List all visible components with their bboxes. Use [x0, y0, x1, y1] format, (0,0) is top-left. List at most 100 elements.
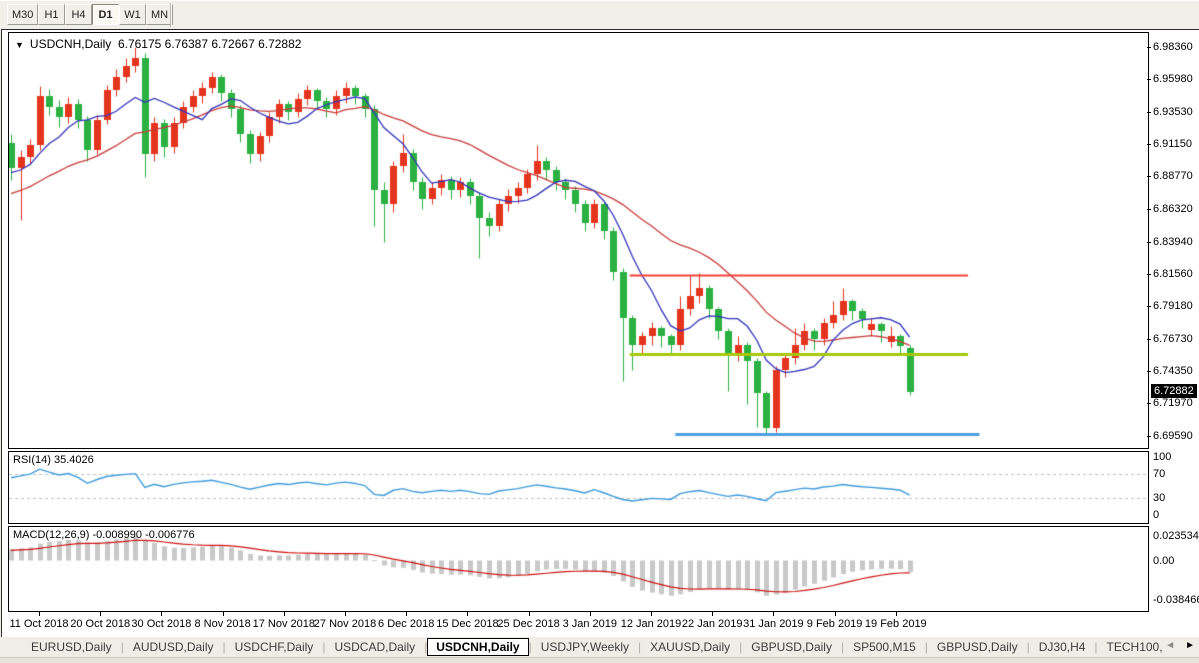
price-tick-dash	[1147, 112, 1151, 113]
chart-tab-gbpusd-daily[interactable]: GBPUSD,Daily	[928, 639, 1027, 655]
timeframe-toolbar: M30H1H4D1W1MN	[0, 0, 1199, 30]
tab-scroll-right-icon[interactable]: ►	[1185, 639, 1195, 653]
tab-scrollers: ◄ ►	[1165, 639, 1195, 653]
date-tick-label: 31 Jan 2019	[743, 618, 804, 630]
date-tick-dash	[896, 612, 897, 616]
price-chart-panel[interactable]: ▼ USDCNH,Daily 6.76175 6.76387 6.72667 6.…	[8, 32, 1149, 449]
date-tick-dash	[651, 612, 652, 616]
date-tick-dash	[529, 612, 530, 616]
rsi-indicator-label: RSI(14) 35.4026	[13, 454, 94, 466]
price-tick-label: 6.79180	[1153, 300, 1193, 312]
date-tick-dash	[284, 612, 285, 616]
date-tick-label: 25 Dec 2018	[497, 618, 559, 630]
chart-window: ▼ USDCNH,Daily 6.76175 6.76387 6.72667 6.…	[1, 29, 1199, 638]
price-tick-label: 6.93530	[1153, 106, 1193, 118]
macd-tick-label: 0.00	[1153, 555, 1174, 567]
date-tick-dash	[39, 612, 40, 616]
price-tick-label: 6.83940	[1153, 236, 1193, 248]
chart-tab-eurusd-daily[interactable]: EURUSD,Daily	[22, 639, 121, 655]
date-tick-label: 22 Jan 2019	[682, 618, 743, 630]
chart-symbol-label: USDCNH,Daily	[30, 37, 111, 51]
macd-tick-label: 0.023534	[1153, 530, 1199, 542]
price-tick-label: 6.81560	[1153, 268, 1193, 280]
date-tick-dash	[161, 612, 162, 616]
price-tick-dash	[1147, 339, 1151, 340]
price-tick-label: 6.86320	[1153, 203, 1193, 215]
price-tick-dash	[1147, 403, 1151, 404]
date-tick-label: 9 Feb 2019	[807, 618, 863, 630]
tab-scroll-left-icon[interactable]: ◄	[1165, 639, 1175, 653]
chart-tab-sp500-m15[interactable]: SP500,M15	[844, 639, 925, 655]
price-tick-dash	[1147, 306, 1151, 307]
price-tick-dash	[1147, 144, 1151, 145]
date-tick-label: 30 Oct 2018	[131, 618, 191, 630]
candlestick-chart-canvas[interactable]	[9, 33, 1148, 448]
date-tick-dash	[590, 612, 591, 616]
timeframe-button-m30[interactable]: M30	[7, 4, 38, 25]
date-tick-dash	[345, 612, 346, 616]
date-tick-label: 8 Nov 2018	[194, 618, 250, 630]
price-tick-dash	[1147, 274, 1151, 275]
chart-tab-tech100-[interactable]: TECH100,	[1098, 639, 1172, 655]
price-tick-label: 6.71970	[1153, 397, 1193, 409]
rsi-tick-label: 100	[1153, 451, 1171, 463]
rsi-chart-canvas[interactable]	[9, 452, 1148, 523]
price-tick-dash	[1147, 47, 1151, 48]
chart-tab-usdchf-daily[interactable]: USDCHF,Daily	[226, 639, 323, 655]
chart-tab-dj30-h4[interactable]: DJ30,H4	[1030, 639, 1095, 655]
price-tick-dash	[1147, 436, 1151, 437]
rsi-tick-label: 30	[1153, 492, 1165, 504]
chart-tab-usdcad-daily[interactable]: USDCAD,Daily	[325, 639, 424, 655]
price-tick-label: 6.74350	[1153, 365, 1193, 377]
current-price-badge: 6.72882	[1151, 384, 1197, 398]
price-tick-label: 6.88770	[1153, 170, 1193, 182]
price-tick-dash	[1147, 79, 1151, 80]
timeframe-button-d1[interactable]: D1	[92, 4, 119, 25]
date-tick-label: 12 Jan 2019	[621, 618, 682, 630]
date-axis[interactable]: 11 Oct 201820 Oct 201830 Oct 20188 Nov 2…	[7, 612, 1147, 636]
date-tick-label: 20 Oct 2018	[70, 618, 130, 630]
rsi-indicator-panel[interactable]: RSI(14) 35.4026	[8, 451, 1149, 524]
date-tick-dash	[835, 612, 836, 616]
toolbar-separator	[170, 3, 172, 27]
date-tick-label: 17 Nov 2018	[253, 618, 315, 630]
price-tick-label: 6.95980	[1153, 73, 1193, 85]
chart-tab-gbpusd-daily[interactable]: GBPUSD,Daily	[742, 639, 841, 655]
date-tick-dash	[773, 612, 774, 616]
timeframe-button-w1[interactable]: W1	[119, 4, 146, 25]
chart-tab-bar: EURUSD,Daily|AUDUSD,Daily|USDCHF,Daily|U…	[0, 637, 1199, 657]
price-tick-dash	[1147, 209, 1151, 210]
date-tick-label: 6 Dec 2018	[378, 618, 434, 630]
rsi-tick-label: 0	[1153, 509, 1159, 521]
macd-indicator-panel[interactable]: MACD(12,26,9) -0.008990 -0.006776	[8, 526, 1149, 612]
chart-ohlc-quotes: 6.76175 6.76387 6.72667 6.72882	[118, 37, 302, 51]
price-tick-dash	[1147, 371, 1151, 372]
price-tick-label: 6.69590	[1153, 430, 1193, 442]
price-axis[interactable]: 6.98360 6.95980 6.93530 6.91150 6.88770 6.863…	[1147, 31, 1199, 582]
timeframe-button-h1[interactable]: H1	[38, 4, 65, 25]
chart-tab-usdjpy-weekly[interactable]: USDJPY,Weekly	[532, 639, 638, 655]
date-tick-label: 15 Dec 2018	[436, 618, 498, 630]
date-tick-dash	[100, 612, 101, 616]
date-tick-label: 3 Jan 2019	[563, 618, 617, 630]
date-tick-dash	[406, 612, 407, 616]
chart-tab-audusd-daily[interactable]: AUDUSD,Daily	[124, 639, 223, 655]
macd-indicator-label: MACD(12,26,9) -0.008990 -0.006776	[13, 529, 195, 541]
chart-dropdown-arrow-icon[interactable]: ▼	[15, 40, 24, 50]
rsi-tick-label: 70	[1153, 468, 1165, 480]
chart-tab-usdcnh-daily[interactable]: USDCNH,Daily	[427, 638, 528, 656]
timeframe-button-h4[interactable]: H4	[65, 4, 92, 25]
price-tick-dash	[1147, 176, 1151, 177]
date-tick-dash	[223, 612, 224, 616]
date-tick-dash	[467, 612, 468, 616]
date-tick-label: 27 Nov 2018	[314, 618, 376, 630]
date-tick-label: 19 Feb 2019	[865, 618, 927, 630]
date-tick-dash	[712, 612, 713, 616]
price-tick-dash	[1147, 242, 1151, 243]
macd-tick-label: -0.038466	[1153, 594, 1199, 606]
date-tick-label: 11 Oct 2018	[9, 618, 68, 630]
price-tick-label: 6.98360	[1153, 41, 1193, 53]
chart-tab-xauusd-daily[interactable]: XAUUSD,Daily	[641, 639, 739, 655]
chart-header: ▼ USDCNH,Daily 6.76175 6.76387 6.72667 6.…	[15, 37, 301, 51]
price-tick-label: 6.91150	[1153, 138, 1192, 150]
